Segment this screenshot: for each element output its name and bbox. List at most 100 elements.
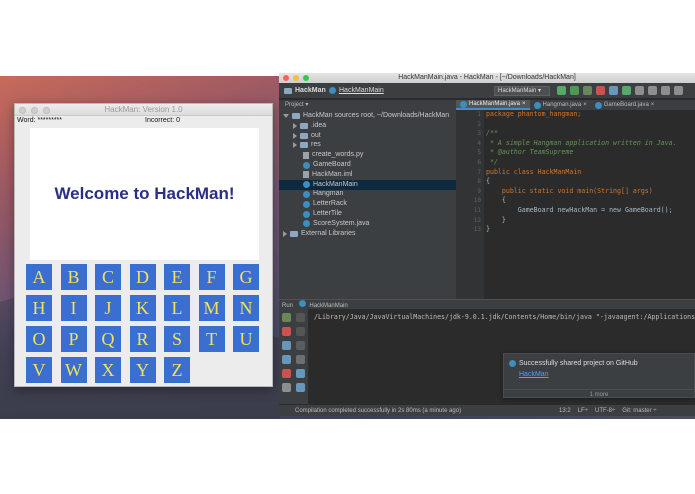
code-line[interactable]: { xyxy=(486,196,677,206)
collapsed-arrow-icon[interactable] xyxy=(293,122,297,129)
code-line[interactable]: { xyxy=(486,177,677,187)
dump-threads-icon[interactable] xyxy=(282,355,291,364)
project-tree-item[interactable]: HackManMain xyxy=(279,179,456,190)
letter-tile-c[interactable]: C xyxy=(95,264,121,290)
soft-wrap-icon[interactable] xyxy=(296,341,305,350)
github-share-notification[interactable]: Successfully shared project on GitHub Ha… xyxy=(503,353,695,398)
letter-tile-y[interactable]: Y xyxy=(129,357,156,383)
rerun-icon[interactable] xyxy=(282,313,291,322)
letter-tile-b[interactable]: B xyxy=(60,264,87,290)
letter-tile-u[interactable]: U xyxy=(233,326,259,352)
project-tree-item[interactable]: External Libraries xyxy=(279,229,456,239)
notification-more[interactable]: 1 more xyxy=(504,389,694,400)
search-icon[interactable] xyxy=(674,86,683,95)
letter-tile-h[interactable]: H xyxy=(26,295,52,321)
git-branch[interactable]: Git: master ÷ xyxy=(622,405,656,416)
close-tab-icon[interactable]: × xyxy=(651,100,655,110)
editor-tab[interactable]: GameBoard.java × xyxy=(591,100,659,110)
notification-link[interactable]: HackMan xyxy=(519,371,549,378)
project-tree-item[interactable]: HackMan sources root, ~/Downloads/HackMa… xyxy=(279,111,456,121)
letter-tile-d[interactable]: D xyxy=(129,264,156,290)
code-line[interactable]: package phantom_hangman; xyxy=(486,110,677,120)
project-tree-item[interactable]: res xyxy=(279,140,456,150)
letter-tile-e[interactable]: E xyxy=(164,264,190,290)
code-line[interactable]: * A simple Hangman application written i… xyxy=(486,139,677,149)
letter-tile-s[interactable]: S xyxy=(164,326,190,352)
code-line[interactable]: } xyxy=(486,225,677,235)
letter-tile-r[interactable]: R xyxy=(129,326,156,352)
letter-tile-p[interactable]: P xyxy=(60,326,87,352)
editor-tab[interactable]: HackManMain.java × xyxy=(456,100,530,110)
letter-tile-t[interactable]: T xyxy=(198,326,225,352)
pause-icon[interactable] xyxy=(282,341,291,350)
settings-icon[interactable] xyxy=(282,383,291,392)
expanded-arrow-icon[interactable] xyxy=(283,114,289,118)
caret-position[interactable]: 13:2 xyxy=(559,405,571,416)
project-tree-item[interactable]: create_words.py xyxy=(279,150,456,160)
letter-tile-x[interactable]: X xyxy=(95,357,121,383)
letter-tile-q[interactable]: Q xyxy=(95,326,121,352)
code-line[interactable]: public static void main(String[] args) xyxy=(486,187,677,197)
close-tab-icon[interactable]: × xyxy=(522,99,526,109)
debug-icon[interactable] xyxy=(570,86,579,95)
collapsed-arrow-icon[interactable] xyxy=(293,142,297,149)
project-tree-item[interactable]: .idea xyxy=(279,121,456,131)
close-tab-icon[interactable]: × xyxy=(583,100,587,110)
code-line[interactable]: /** xyxy=(486,129,677,139)
code-text[interactable]: package phantom_hangman; /** * A simple H… xyxy=(486,110,677,235)
project-tree-item[interactable]: HackMan.iml xyxy=(279,170,456,180)
coverage-icon[interactable] xyxy=(583,86,592,95)
exit-icon[interactable] xyxy=(282,369,291,378)
history-icon[interactable] xyxy=(635,86,644,95)
stop-run-icon[interactable] xyxy=(282,327,291,336)
project-tree-item[interactable]: ScoreSystem.java xyxy=(279,219,456,229)
project-structure-icon[interactable] xyxy=(661,86,670,95)
breadcrumb-project[interactable]: HackMan xyxy=(284,87,326,94)
code-line[interactable]: */ xyxy=(486,158,677,168)
letter-tile-i[interactable]: I xyxy=(60,295,87,321)
project-tree-item[interactable]: GameBoard xyxy=(279,160,456,170)
code-line[interactable]: public class HackManMain xyxy=(486,168,677,178)
project-tree-item[interactable]: Hangman xyxy=(279,189,456,199)
letter-tile-j[interactable]: J xyxy=(95,295,121,321)
stop-icon[interactable] xyxy=(596,86,605,95)
letter-tile-w[interactable]: W xyxy=(60,357,87,383)
line-separator[interactable]: LF÷ xyxy=(578,405,588,416)
run-configuration-select[interactable]: HackManMain ▾ xyxy=(494,86,550,96)
project-tree-item[interactable]: LetterRack xyxy=(279,199,456,209)
scroll-to-end-icon[interactable] xyxy=(296,355,305,364)
letter-tile-a[interactable]: A xyxy=(26,264,52,290)
project-panel-header[interactable]: Project ▾ xyxy=(279,100,456,110)
letter-tile-g[interactable]: G xyxy=(233,264,259,290)
letter-tile-l[interactable]: L xyxy=(164,295,190,321)
letter-tile-f[interactable]: F xyxy=(198,264,225,290)
scroll-down-icon[interactable] xyxy=(296,327,305,336)
code-line[interactable] xyxy=(486,120,677,130)
letter-tile-n[interactable]: N xyxy=(233,295,259,321)
vcs-commit-icon[interactable] xyxy=(622,86,631,95)
letter-tile-o[interactable]: O xyxy=(26,326,52,352)
class-icon xyxy=(303,161,310,169)
editor-tab-label: HackManMain.java xyxy=(469,101,521,107)
code-line[interactable]: GameBoard newHackMan = new GameBoard(); xyxy=(486,206,677,216)
code-line[interactable]: * @author TeamSupreme xyxy=(486,148,677,158)
revert-icon[interactable] xyxy=(648,86,657,95)
project-tree-item[interactable]: out xyxy=(279,131,456,141)
collapsed-arrow-icon[interactable] xyxy=(283,230,287,237)
file-encoding[interactable]: UTF-8÷ xyxy=(595,405,615,416)
notification-title: Successfully shared project on GitHub xyxy=(519,360,638,367)
vcs-update-icon[interactable] xyxy=(609,86,618,95)
code-line[interactable]: } xyxy=(486,216,677,226)
scroll-up-icon[interactable] xyxy=(296,313,305,322)
collapsed-arrow-icon[interactable] xyxy=(293,132,297,139)
clear-all-icon[interactable] xyxy=(296,383,305,392)
print-icon[interactable] xyxy=(296,369,305,378)
project-tree-item[interactable]: LetterTile xyxy=(279,209,456,219)
letter-tile-v[interactable]: V xyxy=(26,357,52,383)
breadcrumb-class[interactable]: HackManMain xyxy=(329,87,384,94)
letter-tile-k[interactable]: K xyxy=(129,295,156,321)
editor-tab[interactable]: Hangman.java × xyxy=(530,100,591,110)
letter-tile-z[interactable]: Z xyxy=(164,357,190,383)
run-icon[interactable] xyxy=(557,86,566,95)
letter-tile-m[interactable]: M xyxy=(198,295,225,321)
